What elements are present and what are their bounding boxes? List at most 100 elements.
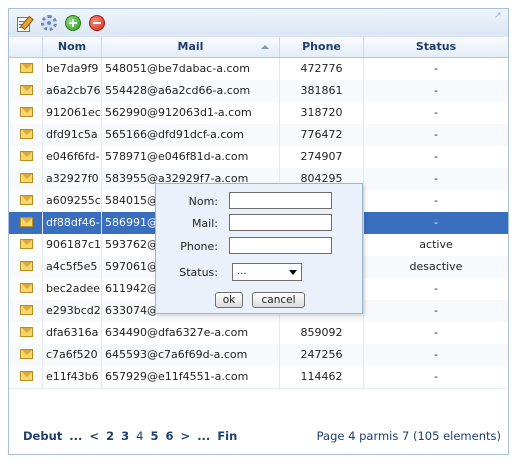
mail-envelope-icon (20, 85, 33, 95)
cell-phone: 318720 (280, 102, 364, 124)
pager-first-link[interactable]: Debut (23, 429, 62, 443)
cell-status: - (434, 282, 438, 295)
ok-button[interactable]: ok (215, 292, 243, 308)
settings-icon[interactable] (41, 15, 57, 31)
cell-status: - (434, 326, 438, 339)
mail-envelope-icon (20, 239, 33, 249)
phone-label: Phone: (180, 240, 218, 253)
cell-status: - (434, 62, 438, 75)
column-header-phone[interactable]: Phone (280, 37, 364, 57)
cell-status: - (434, 370, 438, 383)
pager-page-link[interactable]: 6 (166, 429, 174, 443)
cell-phone: 274907 (280, 146, 364, 168)
table-row[interactable]: e046f6fd- 578971@e046f81d-a.com 274907 - (9, 146, 508, 169)
cell-nom: e11f43b6 (43, 366, 102, 388)
mail-envelope-icon (20, 283, 33, 293)
mail-input[interactable] (229, 214, 332, 231)
mail-envelope-icon (20, 261, 33, 271)
toolbar: ↗ (9, 9, 508, 38)
cell-mail: 634490@dfa6327e-a.com (102, 322, 280, 344)
cell-mail: 657929@e11f4551-a.com (102, 366, 280, 388)
cell-nom: bec2adee (43, 278, 102, 300)
cell-phone: 114462 (280, 366, 364, 388)
cell-status: - (434, 194, 438, 207)
pager-ellipsis-right: ... (197, 429, 211, 443)
row-icon-cell (9, 278, 43, 300)
cell-nom: e293bcd2 (43, 300, 102, 322)
sort-ascending-icon (261, 45, 269, 49)
row-icon-cell (9, 234, 43, 256)
row-icon-cell (9, 256, 43, 278)
cell-nom: a6a2cb76 (43, 80, 102, 102)
cell-status: active (419, 238, 453, 251)
mail-envelope-icon (20, 107, 33, 117)
delete-icon[interactable] (89, 15, 105, 31)
cell-nom: be7da9f9 (43, 58, 102, 80)
row-icon-cell (9, 168, 43, 190)
cell-nom: a609255c (43, 190, 102, 212)
cell-phone: 247256 (280, 344, 364, 366)
column-header-mail[interactable]: Mail (102, 37, 280, 57)
table-row[interactable]: c7a6f520 645593@c7a6f69d-a.com 247256 - (9, 344, 508, 367)
cell-phone: 859092 (280, 322, 364, 344)
chevron-down-icon (289, 270, 297, 275)
cell-status: desactive (409, 260, 463, 273)
nom-input[interactable] (229, 192, 332, 209)
cancel-button[interactable]: cancel (252, 292, 305, 308)
phone-input[interactable] (229, 237, 332, 254)
pager-next-link[interactable]: > (181, 429, 191, 443)
column-header-nom[interactable]: Nom (43, 37, 102, 57)
table-row[interactable]: 912061ec 562990@912063d1-a.com 318720 - (9, 102, 508, 125)
table-row[interactable]: dfd91c5a 565166@dfd91dcf-a.com 776472 - (9, 124, 508, 147)
cell-mail: 565166@dfd91dcf-a.com (102, 124, 280, 146)
edit-icon[interactable] (16, 15, 34, 32)
row-icon-cell (9, 124, 43, 146)
row-icon-cell (9, 80, 43, 102)
collapse-icon[interactable]: ↗ (494, 12, 502, 21)
mail-envelope-icon (20, 305, 33, 315)
column-header-mail-label: Mail (177, 40, 204, 53)
cell-phone: 776472 (280, 124, 364, 146)
mail-envelope-icon (20, 173, 33, 183)
cell-nom: a4c5f5e5 (43, 256, 102, 278)
pager-page-link[interactable]: 2 (106, 429, 114, 443)
cell-mail: 562990@912063d1-a.com (102, 102, 280, 124)
row-icon-cell (9, 146, 43, 168)
row-icon-cell (9, 212, 43, 234)
status-label: Status: (179, 266, 218, 279)
cell-status: - (434, 304, 438, 317)
table-row[interactable]: a6a2cb76 554428@a6a2cd66-a.com 381861 - (9, 80, 508, 103)
pager-ellipsis-left: ... (69, 429, 83, 443)
column-header-status[interactable]: Status (364, 37, 508, 57)
table-row[interactable]: be7da9f9 548051@be7dabac-a.com 472776 - (9, 58, 508, 81)
mail-envelope-icon (20, 371, 33, 381)
mail-envelope-icon (20, 129, 33, 139)
page-info: Page 4 parmis 7 (105 elements) (316, 429, 501, 443)
cell-status: - (434, 216, 438, 229)
add-icon[interactable] (65, 15, 81, 31)
cell-mail: 578971@e046f81d-a.com (102, 146, 280, 168)
pager-page-link[interactable]: 3 (121, 429, 129, 443)
mail-envelope-icon (20, 349, 33, 359)
pager-page-link[interactable]: 5 (150, 429, 158, 443)
pager-last-link[interactable]: Fin (217, 429, 237, 443)
cell-nom: e046f6fd- (43, 146, 102, 168)
row-icon-cell (9, 344, 43, 366)
cell-status: - (434, 150, 438, 163)
cell-nom: dfd91c5a (43, 124, 102, 146)
table-row[interactable]: dfa6316a 634490@dfa6327e-a.com 859092 - (9, 322, 508, 345)
table-row[interactable]: e11f43b6 657929@e11f4551-a.com 114462 - (9, 366, 508, 389)
mail-envelope-icon (20, 151, 33, 161)
cell-status: - (434, 106, 438, 119)
pager-prev-link[interactable]: < (89, 429, 99, 443)
row-icon-cell (9, 190, 43, 212)
table-header: Nom Mail Phone Status (9, 37, 508, 58)
cell-nom: 906187c1 (43, 234, 102, 256)
cell-status: - (434, 172, 438, 185)
cell-mail: 548051@be7dabac-a.com (102, 58, 280, 80)
cell-mail: 554428@a6a2cd66-a.com (102, 80, 280, 102)
mail-envelope-icon (20, 217, 33, 227)
row-icon-cell (9, 322, 43, 344)
status-select[interactable]: ... (232, 263, 302, 281)
pager-current-page: 4 (136, 429, 144, 443)
